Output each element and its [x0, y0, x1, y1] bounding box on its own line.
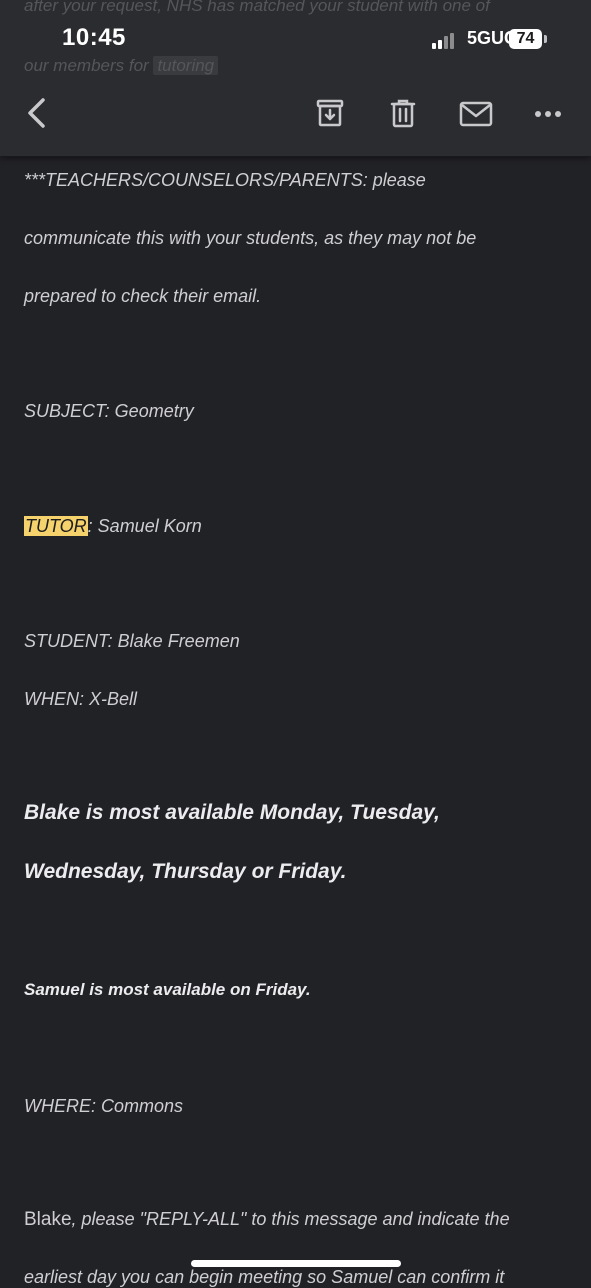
student-line: STUDENT: Blake Freemen — [24, 631, 240, 651]
reply-rest: , please "REPLY-ALL" to this message and… — [71, 1209, 510, 1229]
reply-instruction-line-2: earliest day you can begin meeting so Sa… — [24, 1267, 505, 1287]
more-button[interactable] — [530, 102, 566, 126]
top-bar: after your request, NHS has matched your… — [0, 0, 591, 156]
reply-name: Blake — [24, 1209, 72, 1230]
subject-line: SUBJECT: Geometry — [24, 401, 194, 421]
notice-line-2: communicate this with your students, as … — [24, 228, 477, 248]
where-line: WHERE: Commons — [24, 1096, 184, 1116]
back-button[interactable] — [16, 92, 56, 134]
battery-icon: 74 — [509, 29, 542, 49]
chevron-left-icon — [28, 98, 45, 128]
more-horizontal-icon — [535, 111, 561, 117]
archive-button[interactable] — [312, 95, 348, 131]
battery-tip — [544, 35, 547, 43]
archive-icon — [316, 99, 344, 127]
scrolled-line-2: our members for tutoring — [24, 56, 219, 76]
envelope-icon — [459, 101, 493, 127]
scrolled-chip: tutoring — [153, 56, 219, 75]
notice-line-1: ***TEACHERS/COUNSELORS/PARENTS: please — [24, 170, 426, 190]
tutor-line: TUTOR: Samuel Korn — [24, 516, 202, 537]
tutor-label-highlight: TUTOR — [24, 516, 88, 536]
status-time: 10:45 — [62, 24, 126, 51]
blake-availability-line-1: Blake is most available Monday, Tuesday, — [24, 801, 440, 824]
samuel-availability: Samuel is most available on Friday. — [24, 980, 311, 999]
scrolled-line-1: after your request, NHS has matched your… — [24, 0, 490, 15]
mark-unread-button[interactable] — [456, 97, 496, 131]
delete-button[interactable] — [385, 95, 421, 131]
notice-line-3: prepared to check their email. — [24, 286, 262, 306]
reply-instruction-line-1: Blake, please "REPLY-ALL" to this messag… — [24, 1209, 510, 1231]
tutor-value: : Samuel Korn — [87, 516, 202, 536]
blake-availability-line-2: Wednesday, Thursday or Friday. — [24, 860, 347, 883]
trash-icon — [390, 99, 416, 128]
when-line: WHEN: X-Bell — [24, 689, 138, 709]
home-indicator[interactable] — [191, 1260, 401, 1267]
scrolled-line-2-text: our members for — [24, 56, 149, 75]
signal-icon — [432, 33, 460, 49]
